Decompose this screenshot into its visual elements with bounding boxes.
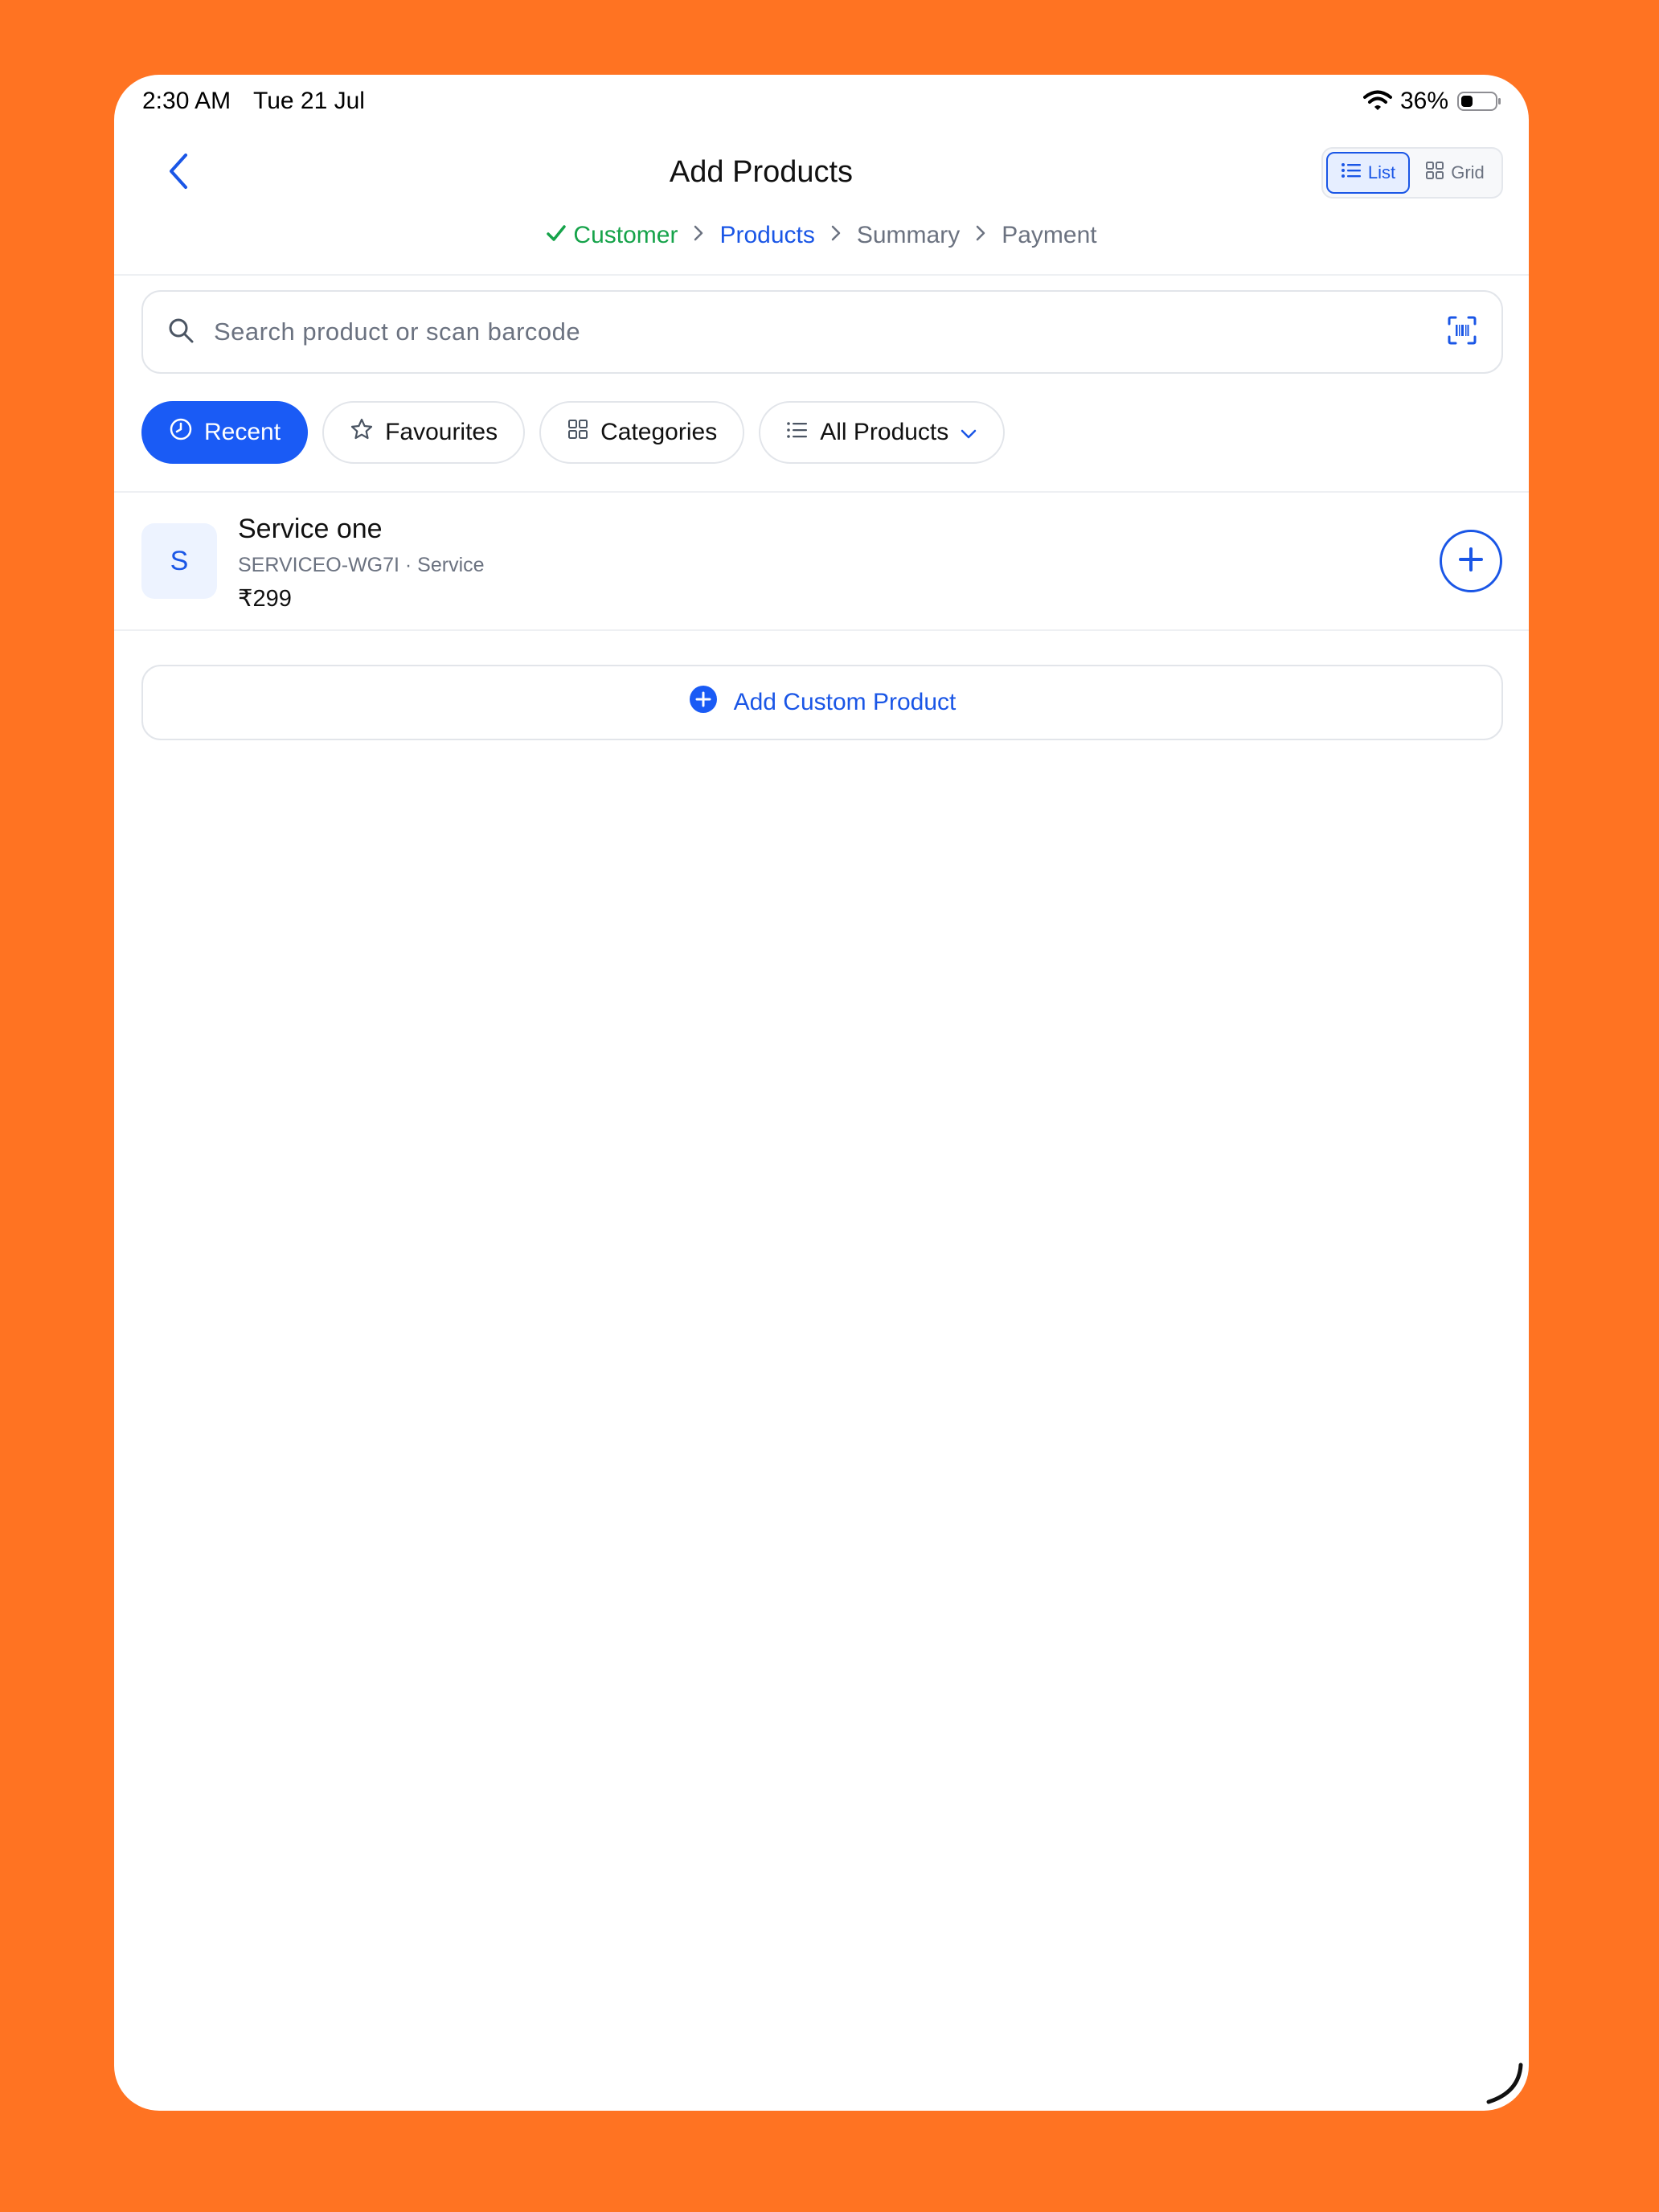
plus-icon — [1456, 545, 1485, 578]
plus-circle-icon — [689, 685, 718, 720]
product-divider — [114, 629, 1529, 631]
chevron-right-icon — [830, 222, 842, 249]
status-time: 2:30 AM — [142, 88, 231, 114]
add-custom-product-label: Add Custom Product — [733, 689, 956, 715]
list-view-button[interactable]: List — [1326, 152, 1410, 194]
filter-all-products-label: All Products — [820, 419, 949, 445]
barcode-scan-icon[interactable] — [1447, 315, 1477, 350]
step-payment-label: Payment — [1002, 222, 1097, 248]
filter-categories-label: Categories — [600, 419, 718, 445]
product-meta: SERVICEO-WG7I · Service — [238, 554, 485, 576]
corner-arc-icon — [1481, 2060, 1529, 2111]
filter-all-products-dropdown[interactable]: All Products — [759, 401, 1006, 464]
step-products-label: Products — [719, 222, 815, 248]
chevron-right-icon — [974, 222, 987, 249]
wifi-icon — [1362, 90, 1392, 113]
add-product-button[interactable] — [1440, 530, 1502, 592]
filter-favourites[interactable]: Favourites — [322, 401, 526, 464]
step-summary[interactable]: Summary — [857, 222, 960, 249]
add-custom-product-button[interactable]: Add Custom Product — [141, 665, 1503, 740]
chevron-right-icon — [692, 222, 705, 249]
view-toggle: List Grid — [1321, 147, 1503, 199]
step-summary-label: Summary — [856, 222, 961, 248]
search-bar — [141, 290, 1503, 374]
list-view-label: List — [1367, 162, 1396, 182]
search-icon — [167, 317, 195, 348]
filter-chips: Recent Favourites Categories All Product… — [141, 401, 1006, 464]
grid-view-label: Grid — [1451, 162, 1485, 182]
status-indicators: 36% — [1362, 88, 1503, 115]
filter-categories[interactable]: Categories — [539, 401, 745, 464]
list-icon — [786, 419, 809, 446]
step-customer-label: Customer — [573, 222, 678, 248]
device-frame: 2:30 AM Tue 21 Jul 36% Add Products List… — [114, 75, 1529, 2111]
filter-recent-label: Recent — [204, 419, 281, 445]
step-customer[interactable]: Customer — [546, 222, 678, 249]
clock-icon — [169, 417, 193, 448]
search-input[interactable] — [212, 317, 1447, 347]
list-icon — [1341, 162, 1362, 184]
star-icon — [350, 417, 374, 448]
grid-view-button[interactable]: Grid — [1415, 152, 1495, 194]
product-list-item[interactable]: S Service one SERVICEO-WG7I · Service ₹2… — [114, 493, 1529, 629]
product-avatar: S — [141, 523, 217, 599]
status-date: Tue 21 Jul — [253, 88, 365, 114]
chevron-down-icon — [960, 419, 977, 446]
filter-recent[interactable]: Recent — [141, 401, 309, 464]
filter-favourites-label: Favourites — [385, 419, 498, 445]
step-payment[interactable]: Payment — [1002, 222, 1096, 249]
grid-icon — [567, 418, 589, 447]
checkmark-icon — [546, 222, 567, 249]
product-name: Service one — [238, 514, 383, 544]
battery-icon — [1456, 90, 1503, 113]
header-divider — [114, 274, 1529, 276]
grid-icon — [1425, 161, 1444, 185]
battery-percent: 36% — [1399, 88, 1448, 114]
product-price: ₹299 — [238, 586, 292, 612]
status-bar: 2:30 AM Tue 21 Jul 36% — [114, 75, 1529, 129]
checkout-stepper: Customer Products Summary Payment — [114, 218, 1529, 253]
step-products[interactable]: Products — [719, 222, 814, 249]
page-title: Add Products — [669, 155, 854, 189]
